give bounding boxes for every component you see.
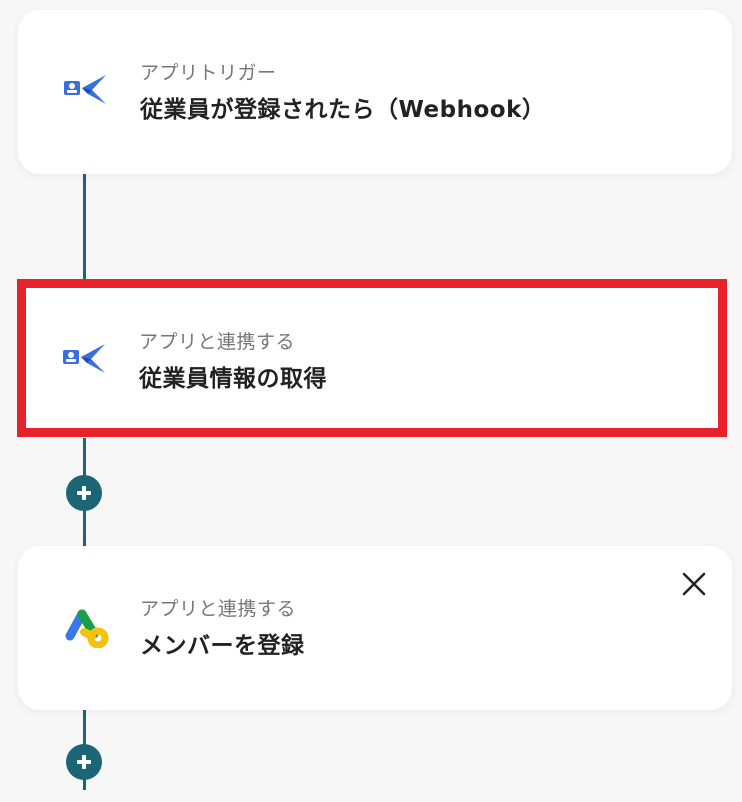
flow-step-register-member[interactable]: アプリと連携する メンバーを登録 <box>18 546 732 710</box>
flow-step-get-employee[interactable]: アプリと連携する 従業員情報の取得 <box>17 279 727 437</box>
add-step-button[interactable] <box>66 744 102 780</box>
step-title: 従業員が登録されたら（Webhook） <box>140 97 546 123</box>
app-logo-icon <box>61 339 109 381</box>
close-icon[interactable] <box>680 570 708 598</box>
add-step-button[interactable] <box>66 475 102 511</box>
flow-step-trigger[interactable]: アプリトリガー 従業員が登録されたら（Webhook） <box>18 10 732 174</box>
flow-connector-1 <box>83 174 86 284</box>
plus-icon <box>77 486 91 500</box>
app-logo-icon <box>62 70 110 112</box>
step-type-label: アプリと連携する <box>140 598 297 620</box>
google-workspace-icon <box>62 606 110 649</box>
step-type-label: アプリトリガー <box>140 62 277 84</box>
plus-icon <box>77 755 91 769</box>
step-title: メンバーを登録 <box>140 633 305 659</box>
step-type-label: アプリと連携する <box>139 331 296 353</box>
step-title: 従業員情報の取得 <box>139 366 327 392</box>
